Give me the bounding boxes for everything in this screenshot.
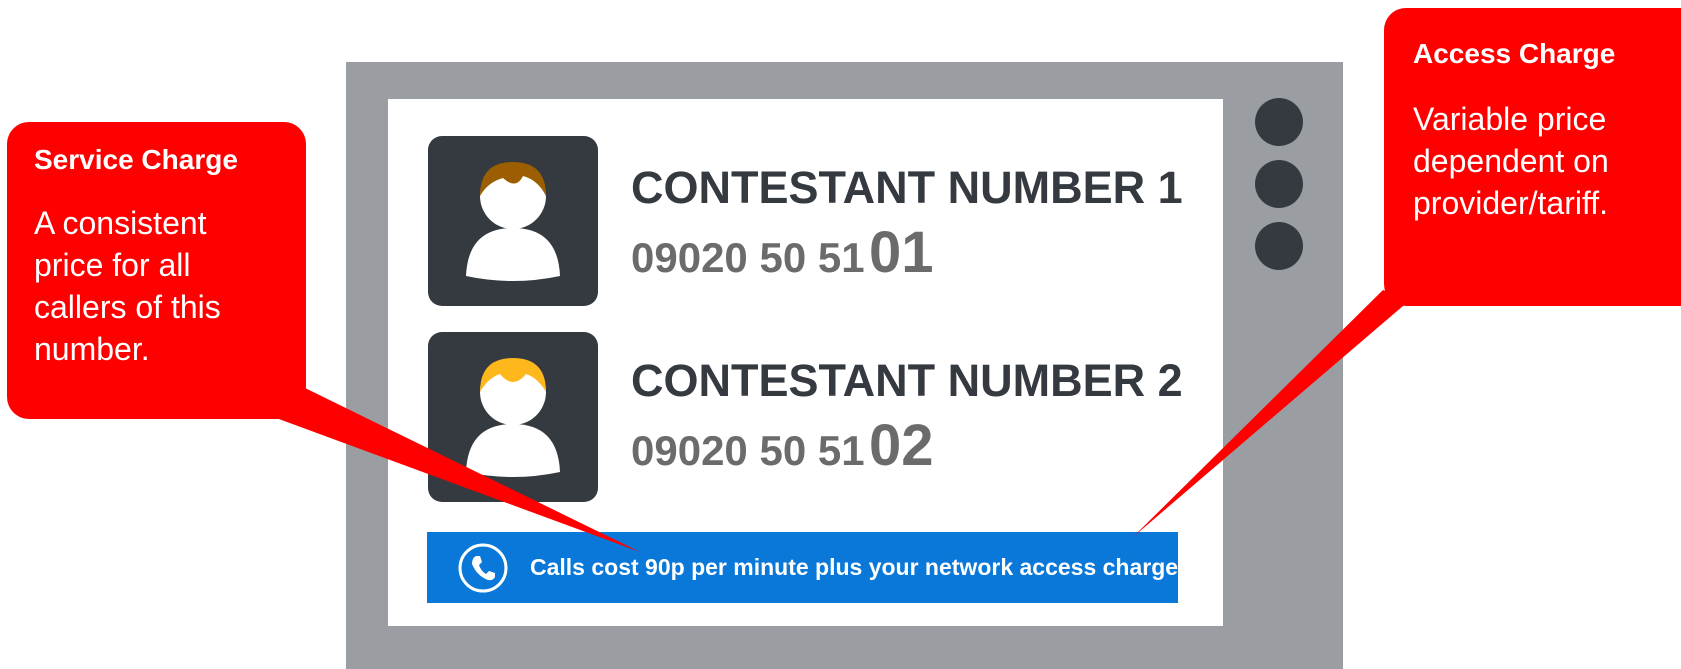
- service-charge-pointer: [268, 388, 640, 552]
- service-charge-description: A consistent price for all callers of th…: [34, 205, 221, 367]
- service-charge-callout: Service Charge A consistent price for al…: [7, 122, 306, 419]
- access-charge-description: Variable price dependent on provider/tar…: [1413, 101, 1609, 221]
- access-charge-pointer: [1133, 290, 1410, 537]
- service-charge-title: Service Charge: [34, 144, 238, 175]
- access-charge-title: Access Charge: [1413, 38, 1616, 69]
- access-charge-callout: Access Charge Variable price dependent o…: [1384, 8, 1681, 306]
